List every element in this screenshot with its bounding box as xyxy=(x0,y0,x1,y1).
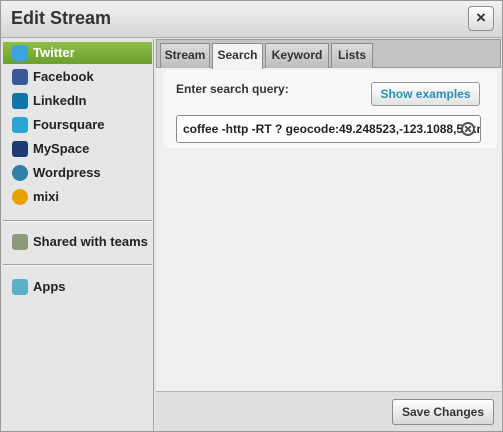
apps-icon xyxy=(12,279,28,295)
sidebar-item-label: Facebook xyxy=(33,69,94,84)
sidebar-item-mixi[interactable]: mixi xyxy=(3,186,152,208)
twitter-icon xyxy=(12,45,28,61)
wordpress-icon xyxy=(12,165,28,181)
sidebar-item-label: Wordpress xyxy=(33,165,101,180)
sidebar-divider xyxy=(3,264,152,266)
sidebar-item-label: Apps xyxy=(33,279,66,294)
sidebar-item-linkedin[interactable]: LinkedIn xyxy=(3,90,152,112)
stream-settings-panel: Stream Search Keyword Lists Enter search… xyxy=(156,39,501,391)
myspace-icon xyxy=(12,141,28,157)
sidebar-item-myspace[interactable]: MySpace xyxy=(3,138,152,160)
sidebar-item-label: mixi xyxy=(33,189,60,204)
sidebar-item-label: MySpace xyxy=(33,141,90,156)
facebook-icon xyxy=(12,69,28,85)
search-panel: Enter search query: Show examples coffee… xyxy=(163,70,497,148)
search-query-value: coffee -http -RT ? geocode:49.248523,-12… xyxy=(183,122,481,136)
sidebar-item-wordpress[interactable]: Wordpress xyxy=(3,162,152,184)
close-button[interactable]: × xyxy=(468,6,494,31)
linkedin-icon xyxy=(12,93,28,109)
save-changes-button[interactable]: Save Changes xyxy=(392,399,494,425)
sidebar-item-label: Twitter xyxy=(33,45,75,60)
sidebar-item-foursquare[interactable]: Foursquare xyxy=(3,114,152,136)
dialog-title: Edit Stream xyxy=(11,8,112,28)
sidebar-item-label: Foursquare xyxy=(33,117,105,132)
tab-stream[interactable]: Stream xyxy=(160,43,210,68)
sidebar-item-label: Shared with teams xyxy=(33,234,148,249)
search-query-label: Enter search query: xyxy=(176,82,289,96)
tab-keyword[interactable]: Keyword xyxy=(265,43,329,68)
sidebar-item-twitter[interactable]: Twitter xyxy=(3,42,152,64)
mixi-icon xyxy=(12,189,28,205)
sidebar-item-facebook[interactable]: Facebook xyxy=(3,66,152,88)
sidebar-item-label: LinkedIn xyxy=(33,93,87,108)
sidebar-item-shared-with-teams[interactable]: Shared with teams xyxy=(3,231,152,253)
team-icon xyxy=(12,234,28,250)
sidebar-divider xyxy=(3,220,152,222)
edit-stream-dialog: Edit Stream × Twitter Facebook LinkedIn … xyxy=(0,0,503,432)
network-sidebar: Twitter Facebook LinkedIn Foursquare MyS… xyxy=(1,39,154,431)
tab-search[interactable]: Search xyxy=(212,43,263,69)
show-examples-button[interactable]: Show examples xyxy=(371,82,480,106)
stream-tabs: Stream Search Keyword Lists xyxy=(156,39,501,69)
dialog-footer: Save Changes xyxy=(156,391,501,431)
foursquare-icon xyxy=(12,117,28,133)
sidebar-item-apps[interactable]: Apps xyxy=(3,276,152,298)
search-query-input[interactable]: coffee -http -RT ? geocode:49.248523,-12… xyxy=(176,115,481,143)
tab-lists[interactable]: Lists xyxy=(331,43,373,68)
clear-icon[interactable] xyxy=(461,122,475,136)
dialog-titlebar: Edit Stream × xyxy=(1,1,502,38)
